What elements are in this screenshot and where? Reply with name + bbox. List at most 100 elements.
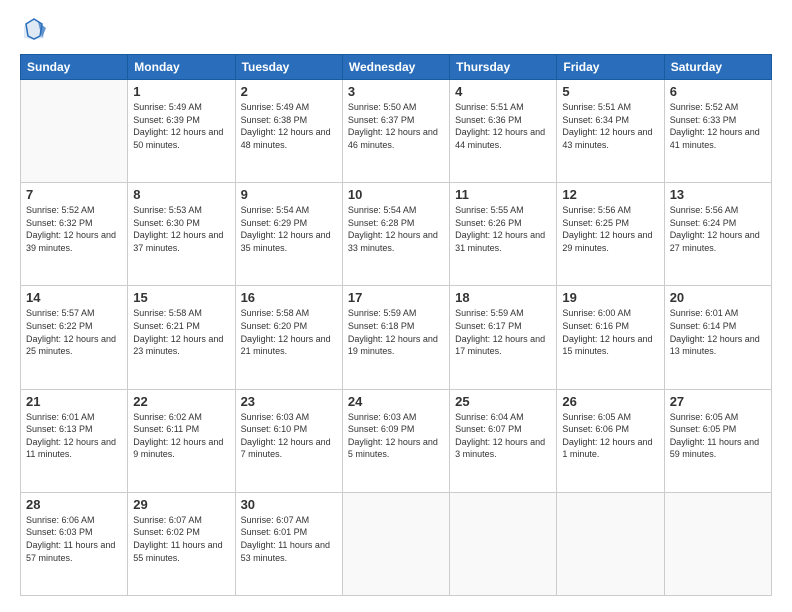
day-info: Sunrise: 5:59 AMSunset: 6:17 PMDaylight:… xyxy=(455,307,551,357)
day-number: 8 xyxy=(133,187,229,202)
calendar-cell: 7Sunrise: 5:52 AMSunset: 6:32 PMDaylight… xyxy=(21,183,128,286)
day-info: Sunrise: 6:04 AMSunset: 6:07 PMDaylight:… xyxy=(455,411,551,461)
calendar-cell: 28 Sunrise: 6:06 AMSunset: 6:03 PMDayligh… xyxy=(21,492,128,595)
day-info: Sunrise: 5:58 AMSunset: 6:21 PMDaylight:… xyxy=(133,307,229,357)
calendar-cell: 15 Sunrise: 5:58 AMSunset: 6:21 PMDayligh… xyxy=(128,286,235,389)
day-number: 12 xyxy=(562,187,658,202)
day-info: Sunrise: 6:01 AMSunset: 6:14 PMDaylight:… xyxy=(670,307,766,357)
day-info: Sunrise: 5:55 AMSunset: 6:26 PMDaylight:… xyxy=(455,204,551,254)
calendar-cell xyxy=(342,492,449,595)
calendar-cell: 3 Sunrise: 5:50 AMSunset: 6:37 PMDaylight… xyxy=(342,80,449,183)
calendar-cell xyxy=(450,492,557,595)
weekday-header: Thursday xyxy=(450,55,557,80)
day-number: 22 xyxy=(133,394,229,409)
calendar-cell: 14 Sunrise: 5:57 AMSunset: 6:22 PMDayligh… xyxy=(21,286,128,389)
weekday-header: Monday xyxy=(128,55,235,80)
day-number: 5 xyxy=(562,84,658,99)
calendar-cell: 20 Sunrise: 6:01 AMSunset: 6:14 PMDayligh… xyxy=(664,286,771,389)
day-number: 3 xyxy=(348,84,444,99)
day-info: Sunrise: 6:06 AMSunset: 6:03 PMDaylight:… xyxy=(26,514,122,564)
day-info: Sunrise: 5:57 AMSunset: 6:22 PMDaylight:… xyxy=(26,307,122,357)
calendar-cell: 13 Sunrise: 5:56 AMSunset: 6:24 PMDayligh… xyxy=(664,183,771,286)
day-info: Sunrise: 6:05 AMSunset: 6:06 PMDaylight:… xyxy=(562,411,658,461)
day-info: Sunrise: 6:03 AMSunset: 6:10 PMDaylight:… xyxy=(241,411,337,461)
day-number: 11 xyxy=(455,187,551,202)
day-info: Sunrise: 5:59 AMSunset: 6:18 PMDaylight:… xyxy=(348,307,444,357)
day-number: 15 xyxy=(133,290,229,305)
day-info: Sunrise: 5:51 AMSunset: 6:34 PMDaylight:… xyxy=(562,101,658,151)
calendar-cell: 17 Sunrise: 5:59 AMSunset: 6:18 PMDayligh… xyxy=(342,286,449,389)
day-number: 7 xyxy=(26,187,122,202)
day-number: 16 xyxy=(241,290,337,305)
day-info: Sunrise: 5:56 AMSunset: 6:25 PMDaylight:… xyxy=(562,204,658,254)
logo-icon xyxy=(20,16,48,44)
calendar-cell: 9 Sunrise: 5:54 AMSunset: 6:29 PMDaylight… xyxy=(235,183,342,286)
calendar-cell: 11 Sunrise: 5:55 AMSunset: 6:26 PMDayligh… xyxy=(450,183,557,286)
calendar-cell: 2 Sunrise: 5:49 AMSunset: 6:38 PMDaylight… xyxy=(235,80,342,183)
calendar-cell: 23Sunrise: 6:03 AMSunset: 6:10 PMDayligh… xyxy=(235,389,342,492)
calendar-cell: 16 Sunrise: 5:58 AMSunset: 6:20 PMDayligh… xyxy=(235,286,342,389)
day-info: Sunrise: 5:54 AMSunset: 6:29 PMDaylight:… xyxy=(241,204,337,254)
day-number: 1 xyxy=(133,84,229,99)
day-info: Sunrise: 5:54 AMSunset: 6:28 PMDaylight:… xyxy=(348,204,444,254)
day-number: 29 xyxy=(133,497,229,512)
day-info: Sunrise: 5:52 AMSunset: 6:33 PMDaylight:… xyxy=(670,101,766,151)
day-info: Sunrise: 6:05 AMSunset: 6:05 PMDaylight:… xyxy=(670,411,766,461)
calendar-cell: 6 Sunrise: 5:52 AMSunset: 6:33 PMDaylight… xyxy=(664,80,771,183)
day-number: 30 xyxy=(241,497,337,512)
calendar-cell: 30 Sunrise: 6:07 AMSunset: 6:01 PMDayligh… xyxy=(235,492,342,595)
calendar-week-row: 21Sunrise: 6:01 AMSunset: 6:13 PMDayligh… xyxy=(21,389,772,492)
day-number: 10 xyxy=(348,187,444,202)
calendar-cell xyxy=(557,492,664,595)
day-number: 17 xyxy=(348,290,444,305)
day-number: 9 xyxy=(241,187,337,202)
calendar-week-row: 7Sunrise: 5:52 AMSunset: 6:32 PMDaylight… xyxy=(21,183,772,286)
weekday-header: Wednesday xyxy=(342,55,449,80)
calendar-cell: 26 Sunrise: 6:05 AMSunset: 6:06 PMDayligh… xyxy=(557,389,664,492)
day-info: Sunrise: 6:00 AMSunset: 6:16 PMDaylight:… xyxy=(562,307,658,357)
day-number: 6 xyxy=(670,84,766,99)
calendar-header-row: SundayMondayTuesdayWednesdayThursdayFrid… xyxy=(21,55,772,80)
calendar-cell: 10 Sunrise: 5:54 AMSunset: 6:28 PMDayligh… xyxy=(342,183,449,286)
day-number: 20 xyxy=(670,290,766,305)
calendar-cell: 18 Sunrise: 5:59 AMSunset: 6:17 PMDayligh… xyxy=(450,286,557,389)
day-number: 25 xyxy=(455,394,551,409)
day-number: 26 xyxy=(562,394,658,409)
day-info: Sunrise: 5:53 AMSunset: 6:30 PMDaylight:… xyxy=(133,204,229,254)
day-info: Sunrise: 5:56 AMSunset: 6:24 PMDaylight:… xyxy=(670,204,766,254)
calendar-cell xyxy=(664,492,771,595)
day-info: Sunrise: 5:58 AMSunset: 6:20 PMDaylight:… xyxy=(241,307,337,357)
day-number: 2 xyxy=(241,84,337,99)
day-info: Sunrise: 6:02 AMSunset: 6:11 PMDaylight:… xyxy=(133,411,229,461)
logo xyxy=(20,16,52,44)
day-number: 19 xyxy=(562,290,658,305)
day-number: 28 xyxy=(26,497,122,512)
day-info: Sunrise: 6:07 AMSunset: 6:02 PMDaylight:… xyxy=(133,514,229,564)
calendar-cell: 12 Sunrise: 5:56 AMSunset: 6:25 PMDayligh… xyxy=(557,183,664,286)
calendar-table: SundayMondayTuesdayWednesdayThursdayFrid… xyxy=(20,54,772,596)
page: SundayMondayTuesdayWednesdayThursdayFrid… xyxy=(0,0,792,612)
calendar-cell xyxy=(21,80,128,183)
calendar-cell: 27 Sunrise: 6:05 AMSunset: 6:05 PMDayligh… xyxy=(664,389,771,492)
day-info: Sunrise: 6:01 AMSunset: 6:13 PMDaylight:… xyxy=(26,411,122,461)
day-info: Sunrise: 5:49 AMSunset: 6:38 PMDaylight:… xyxy=(241,101,337,151)
day-info: Sunrise: 5:50 AMSunset: 6:37 PMDaylight:… xyxy=(348,101,444,151)
calendar-cell: 24Sunrise: 6:03 AMSunset: 6:09 PMDayligh… xyxy=(342,389,449,492)
calendar-cell: 22 Sunrise: 6:02 AMSunset: 6:11 PMDayligh… xyxy=(128,389,235,492)
day-number: 13 xyxy=(670,187,766,202)
calendar-cell: 19 Sunrise: 6:00 AMSunset: 6:16 PMDayligh… xyxy=(557,286,664,389)
day-number: 4 xyxy=(455,84,551,99)
day-number: 27 xyxy=(670,394,766,409)
weekday-header: Saturday xyxy=(664,55,771,80)
calendar-week-row: 14 Sunrise: 5:57 AMSunset: 6:22 PMDayligh… xyxy=(21,286,772,389)
day-number: 18 xyxy=(455,290,551,305)
day-info: Sunrise: 6:03 AMSunset: 6:09 PMDaylight:… xyxy=(348,411,444,461)
day-info: Sunrise: 6:07 AMSunset: 6:01 PMDaylight:… xyxy=(241,514,337,564)
day-info: Sunrise: 5:51 AMSunset: 6:36 PMDaylight:… xyxy=(455,101,551,151)
calendar-cell: 4 Sunrise: 5:51 AMSunset: 6:36 PMDaylight… xyxy=(450,80,557,183)
weekday-header: Sunday xyxy=(21,55,128,80)
day-number: 14 xyxy=(26,290,122,305)
calendar-cell: 25 Sunrise: 6:04 AMSunset: 6:07 PMDayligh… xyxy=(450,389,557,492)
calendar-cell: 5 Sunrise: 5:51 AMSunset: 6:34 PMDaylight… xyxy=(557,80,664,183)
day-info: Sunrise: 5:49 AMSunset: 6:39 PMDaylight:… xyxy=(133,101,229,151)
